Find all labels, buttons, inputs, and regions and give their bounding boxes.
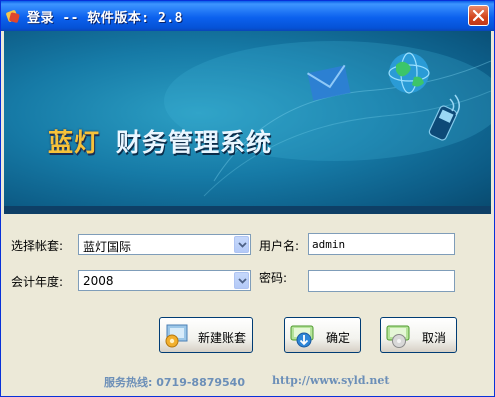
year-label: 会计年度: xyxy=(11,275,64,289)
username-label: 用户名: xyxy=(259,239,300,253)
close-icon xyxy=(472,9,485,22)
window-title: 登录 -- 软件版本: 2.8 xyxy=(27,11,183,26)
username-input[interactable]: admin xyxy=(308,233,455,255)
username-value: admin xyxy=(312,238,346,251)
year-value: 2008 xyxy=(83,274,114,288)
new-account-button[interactable]: 新建账套 xyxy=(159,317,253,353)
banner-divider xyxy=(4,206,491,214)
password-label: 密码: xyxy=(259,271,288,285)
account-select[interactable]: 蓝灯国际 xyxy=(78,234,251,255)
cancel-icon xyxy=(386,325,410,348)
year-select[interactable]: 2008 xyxy=(78,270,251,291)
new-account-label: 新建账套 xyxy=(198,331,247,345)
account-label: 选择帐套: xyxy=(11,239,64,253)
app-icon xyxy=(6,10,20,23)
hotline-text: 服务热线: 0719-8879540 xyxy=(104,376,245,389)
cancel-label: 取消 xyxy=(422,331,447,345)
ok-label: 确定 xyxy=(326,331,351,345)
website-link[interactable]: http://www.syld.net xyxy=(272,374,389,387)
chevron-down-icon xyxy=(238,278,247,284)
account-value: 蓝灯国际 xyxy=(83,240,132,254)
dropdown-arrow[interactable] xyxy=(234,236,249,253)
login-form: 选择帐套: 蓝灯国际 会计年度: 2008 用户名: admin 密码: 新建账… xyxy=(4,214,491,394)
system-name: 财务管理系统 xyxy=(116,128,273,157)
cancel-button[interactable]: 取消 xyxy=(380,317,457,353)
new-account-icon xyxy=(165,324,188,348)
title-bar[interactable]: 登录 -- 软件版本: 2.8 xyxy=(1,1,494,31)
dropdown-arrow[interactable] xyxy=(234,272,249,289)
banner-title: 蓝灯 财务管理系统 xyxy=(48,123,272,159)
globe-icon xyxy=(388,52,430,94)
password-input[interactable] xyxy=(308,270,455,292)
brand-name: 蓝灯 xyxy=(48,128,101,157)
login-window: 登录 -- 软件版本: 2.8 蓝灯 财务管理系统 选择帐套: 蓝灯国际 会计年… xyxy=(0,0,495,397)
ok-icon xyxy=(290,325,314,348)
close-button[interactable] xyxy=(468,5,489,26)
ok-button[interactable]: 确定 xyxy=(284,317,361,353)
chevron-down-icon xyxy=(238,242,247,248)
banner: 蓝灯 财务管理系统 xyxy=(4,31,491,214)
